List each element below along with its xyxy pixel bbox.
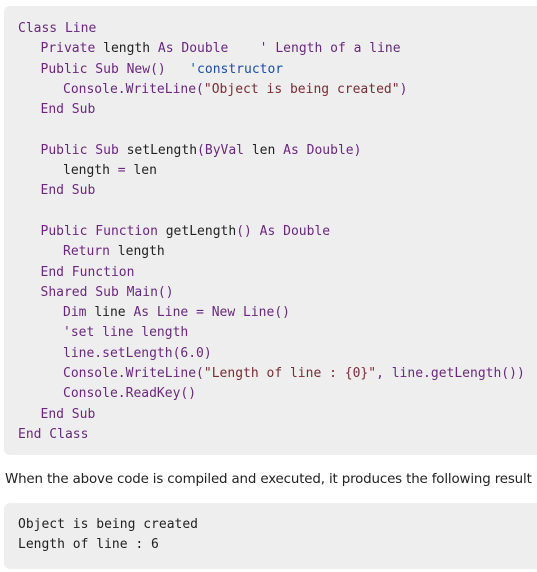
code-token: Console.WriteLine( <box>63 366 204 382</box>
output-code-block: Object is being created Length of line : … <box>4 503 537 569</box>
code-line: Return length <box>18 242 537 262</box>
code-token: Return <box>63 244 118 260</box>
code-token: "Object is being created" <box>203 81 400 97</box>
code-token: End Class <box>18 426 89 442</box>
code-token: Line <box>64 21 97 36</box>
code-token: End Sub <box>40 183 96 199</box>
code-line: line.setLength(6.0) <box>18 344 537 364</box>
code-token: As Line = New Line() <box>133 305 290 321</box>
code-line: Console.WriteLine("Length of line : {0}"… <box>18 364 537 384</box>
code-line: End Sub <box>18 405 537 425</box>
code-line: End Sub <box>18 181 537 201</box>
code-token: line.setLength(6.0) <box>63 345 212 361</box>
code-token: End Sub <box>40 406 96 422</box>
code-token: Public Sub <box>40 142 127 158</box>
code-token: Shared Sub <box>40 284 127 300</box>
code-token: End Sub <box>40 102 96 118</box>
code-line: Public Sub New() 'constructor <box>18 60 537 80</box>
code-line: Public Sub setLength(ByVal len As Double… <box>18 141 537 161</box>
code-line: Public Function getLength() As Double <box>18 222 537 242</box>
code-token: Public Sub New() <box>40 61 166 77</box>
code-token: As Double) <box>283 142 362 158</box>
code-line: 'set line length <box>18 323 537 343</box>
code-token: len <box>133 163 157 179</box>
code-line: length = len <box>18 161 537 181</box>
code-token: len <box>251 142 284 158</box>
code-token: Public Function <box>40 223 166 239</box>
code-token: ) <box>399 81 408 97</box>
code-line: Shared Sub Main() <box>18 283 537 303</box>
code-line: End Function <box>18 263 537 283</box>
code-line: Class Line <box>18 19 537 39</box>
code-token: Class <box>18 21 65 36</box>
code-line: End Sub <box>18 100 537 120</box>
output-line: Object is being created <box>18 517 199 532</box>
code-line: Console.WriteLine("Object is being creat… <box>18 80 537 100</box>
code-token: 'set line length <box>63 325 189 341</box>
code-token: Dim <box>63 305 95 321</box>
code-token: Private <box>40 41 104 57</box>
result-description: When the above code is compiled and exec… <box>5 472 537 487</box>
code-line: Dim line As Line = New Line() <box>18 303 537 323</box>
code-token: (ByVal <box>197 142 252 158</box>
code-token: length <box>117 244 165 260</box>
output-line: Length of line : 6 <box>18 537 159 553</box>
code-token: Main() <box>126 284 174 300</box>
code-token: 'constructor <box>165 61 284 77</box>
code-token: Console.WriteLine( <box>63 81 204 97</box>
code-token: "Length of line : {0}" <box>203 366 377 382</box>
code-token: = <box>117 163 134 179</box>
code-token: Console.ReadKey() <box>63 386 197 402</box>
code-token: ' Length of a line <box>228 41 401 57</box>
code-token: End Function <box>40 264 135 280</box>
code-token: setLength <box>126 142 198 158</box>
code-token: length <box>103 41 158 57</box>
code-token: As Double <box>157 41 229 57</box>
code-line: Console.ReadKey() <box>18 384 537 404</box>
code-token: , line.getLength()) <box>376 366 525 382</box>
code-line: End Class <box>18 425 537 445</box>
source-code-block: Class Line Private length As Double ' Len… <box>4 6 537 455</box>
code-token: () As Double <box>236 223 331 239</box>
code-token: line <box>94 305 134 321</box>
code-line: Private length As Double ' Length of a l… <box>18 39 537 59</box>
code-token: getLength <box>165 223 237 239</box>
code-token: length <box>63 163 118 179</box>
